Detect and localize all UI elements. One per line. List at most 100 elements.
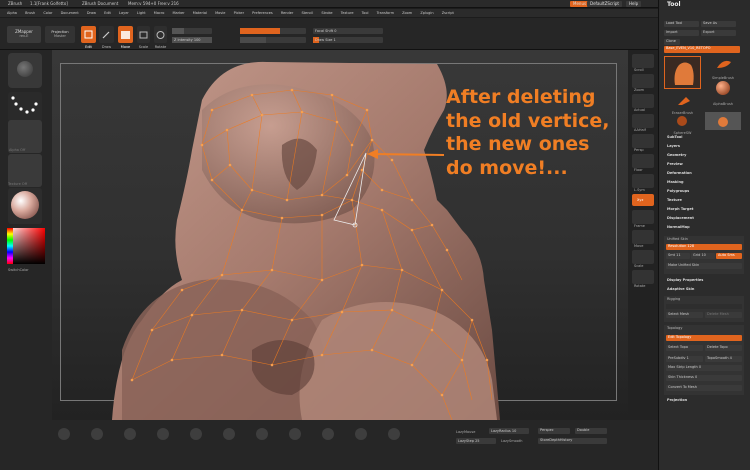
delete-topo-button[interactable]: Delete Topo	[705, 345, 742, 351]
default-zscript-button[interactable]: DefaultZScript	[587, 1, 622, 7]
menu-stencil[interactable]: Stencil	[301, 11, 313, 15]
delete-mesh-button[interactable]: Delete Mesh	[705, 312, 742, 318]
rigging-title[interactable]: Rigging	[667, 297, 680, 301]
lazysmooth-label[interactable]: LazySmooth	[501, 439, 523, 443]
menu-render[interactable]: Render	[281, 11, 293, 15]
scale-view-button[interactable]	[632, 250, 654, 264]
adaptive-skin-section[interactable]: Adaptive Skin	[667, 287, 747, 291]
zmapper-button[interactable]: ZMapper rev-E	[7, 26, 41, 43]
convert-to-mesh-button[interactable]: Convert To Mesh	[666, 385, 742, 391]
hue-strip[interactable]	[7, 228, 13, 264]
lazystep-slider[interactable]: LazyStep 25	[456, 438, 496, 444]
rgb-intensity-slider[interactable]	[240, 37, 306, 43]
frame-button[interactable]	[632, 210, 654, 224]
projection-section[interactable]: Projection	[667, 398, 747, 402]
menu-edit[interactable]: Edit	[104, 11, 111, 15]
menu-alpha[interactable]: Alpha	[7, 11, 17, 15]
menu-marker[interactable]: Marker	[173, 11, 185, 15]
rigging-slot[interactable]	[666, 304, 742, 309]
draw-size-slider[interactable]: Draw Size 1	[313, 37, 383, 43]
deformation-section[interactable]: Deformation	[667, 171, 747, 175]
menu-document[interactable]: Document	[61, 11, 79, 15]
move-button[interactable]: Move	[118, 26, 133, 49]
mrgb-slider[interactable]	[240, 28, 306, 34]
floor-button[interactable]	[632, 154, 654, 168]
menu-zoom[interactable]: Zoom	[402, 11, 412, 15]
tool-thumb-zbrushdb[interactable]	[705, 112, 741, 130]
color-picker[interactable]	[7, 228, 45, 264]
display-properties-section[interactable]: Display Properties	[667, 278, 747, 282]
menu-macro[interactable]: Macro	[154, 11, 165, 15]
unified-skin-title[interactable]: Unified Skin	[667, 237, 688, 241]
edit-topology-button[interactable]: Edit Topology	[666, 335, 742, 341]
projection-master-button[interactable]: Projection Master	[45, 26, 75, 43]
lazyradius-slider[interactable]: LazyRadius 10	[489, 428, 529, 434]
load-tool-button[interactable]: Load Tool	[664, 21, 699, 27]
topo-smooth-slider[interactable]: TopoSmooth 4	[705, 356, 742, 362]
persp-button[interactable]	[632, 134, 654, 148]
texture-section[interactable]: Texture	[667, 198, 747, 202]
presubdiv-slider[interactable]: PreSubdiv 1	[666, 356, 703, 362]
max-strip-length-slider[interactable]: Max Strip Length 0	[666, 365, 742, 371]
rgb-slider[interactable]	[172, 28, 212, 34]
displacement-section[interactable]: Displacement	[667, 216, 747, 220]
current-tool-slider[interactable]: Base_EVEN_V10_RETOPO	[664, 46, 740, 53]
menu-movie[interactable]: Movie	[215, 11, 225, 15]
menu-light[interactable]: Light	[137, 11, 146, 15]
skin-thickness-slider[interactable]: Skin Thickness 0	[666, 375, 742, 381]
auto-sms-button[interactable]: Auto Sms	[716, 253, 742, 259]
menu-zplugin[interactable]: Zplugin	[420, 11, 433, 15]
tool-thumb-eraser[interactable]: EraserBrush	[664, 92, 701, 115]
grid-slider[interactable]: Grid 10	[691, 253, 715, 259]
menu-texture[interactable]: Texture	[341, 11, 354, 15]
draw-button[interactable]: Draw	[99, 26, 114, 49]
menu-transform[interactable]: Transform	[377, 11, 394, 15]
edit-button[interactable]: Edit	[81, 26, 96, 49]
clone-button[interactable]: Clone	[664, 39, 680, 45]
menu-preferences[interactable]: Preferences	[252, 11, 273, 15]
menu-stroke[interactable]: Stroke	[321, 11, 332, 15]
menu-zscript[interactable]: Zscript	[442, 11, 454, 15]
focal-shift-slider[interactable]: Focal Shift 0	[313, 28, 383, 34]
make-unified-skin-button[interactable]: Make Unified Skin	[666, 263, 742, 269]
select-topo-button[interactable]: Select Topo	[666, 345, 703, 351]
resolution-slider[interactable]: Resolution 128	[666, 244, 742, 250]
move-view-button[interactable]	[632, 230, 654, 244]
stroke-thumbnail[interactable]	[8, 92, 42, 122]
preview-section[interactable]: Preview	[667, 162, 747, 166]
menu-layer[interactable]: Layer	[119, 11, 129, 15]
menu-color[interactable]: Color	[43, 11, 52, 15]
geometry-section[interactable]: Geometry	[667, 153, 747, 157]
lazymouse-label[interactable]: LazyMouse	[456, 430, 475, 434]
import-button[interactable]: Import	[664, 30, 699, 36]
export-button[interactable]: Export	[701, 30, 736, 36]
local-sym-button[interactable]	[632, 174, 654, 188]
normalmap-section[interactable]: NormalMap	[667, 225, 747, 229]
material-thumbnail[interactable]	[8, 188, 42, 224]
zoom-button[interactable]	[632, 74, 654, 88]
aahalf-button[interactable]	[632, 114, 654, 128]
polygroups-section[interactable]: Polygroups	[667, 189, 747, 193]
rotate-view-button[interactable]	[632, 270, 654, 284]
brush-thumbnail[interactable]	[8, 53, 42, 88]
scroll-button[interactable]	[632, 54, 654, 68]
menu-material[interactable]: Material	[193, 11, 207, 15]
menu-brush[interactable]: Brush	[25, 11, 35, 15]
select-mesh-button[interactable]: Select Mesh	[666, 312, 703, 318]
brush-palette[interactable]	[52, 422, 452, 452]
menu-picker[interactable]: Picker	[234, 11, 244, 15]
masking-section[interactable]: Masking	[667, 180, 747, 184]
subtool-section[interactable]: SubTool	[667, 135, 747, 139]
tool-thumb-main[interactable]	[664, 56, 701, 89]
actual-button[interactable]	[632, 94, 654, 108]
scale-button[interactable]: Scale	[137, 26, 150, 49]
perspective-button[interactable]: Perspec	[538, 428, 570, 434]
rotate-button[interactable]: Rotate	[154, 26, 167, 49]
store-depth-history-button[interactable]: StoreDepthHistory	[538, 438, 607, 444]
smooth-slider[interactable]: Smt 11	[666, 253, 690, 259]
menu-draw[interactable]: Draw	[87, 11, 96, 15]
save-as-button[interactable]: Save As	[701, 21, 736, 27]
z-intensity-slider[interactable]: Z Intensity 100	[172, 37, 212, 43]
menu-tool[interactable]: Tool	[362, 11, 369, 15]
tool-thumb-spheresw[interactable]: SphereSW	[664, 112, 701, 135]
